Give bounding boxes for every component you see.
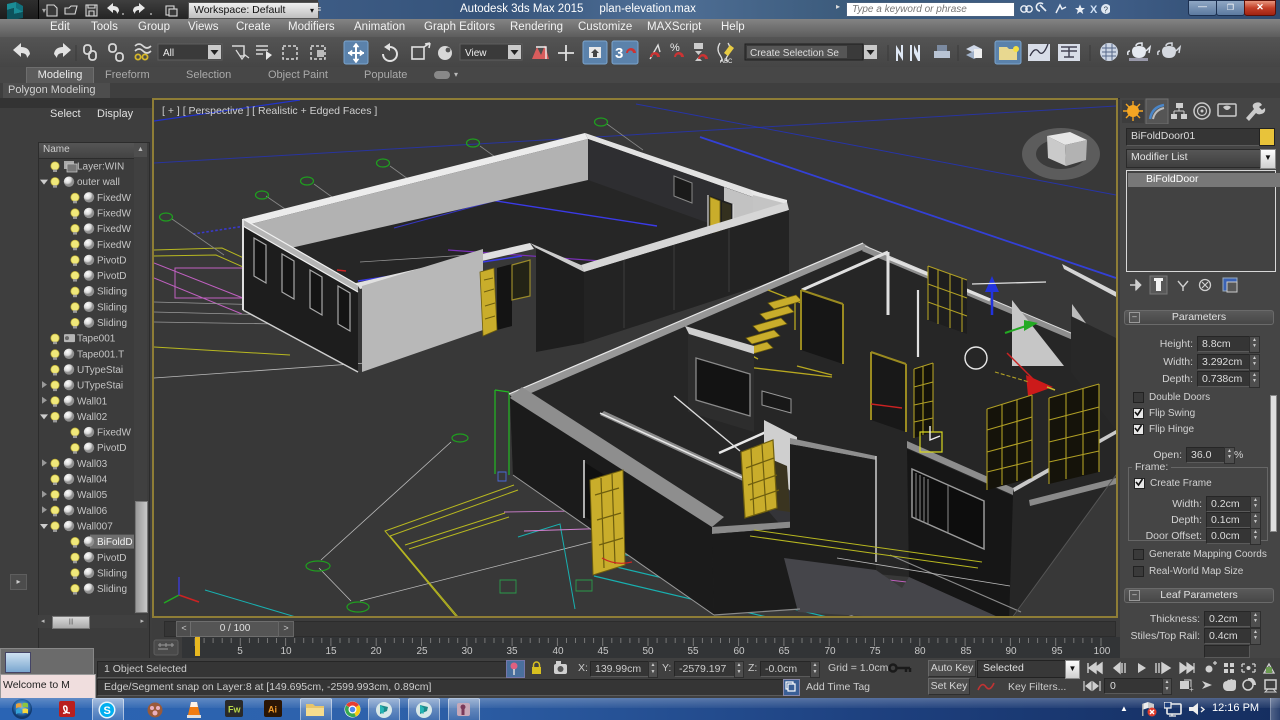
svg-text:35: 35 [506, 646, 518, 657]
svg-text:?: ? [1104, 6, 1109, 15]
svg-text:FixedW: FixedW [97, 193, 131, 204]
svg-text:Wall007: Wall007 [77, 521, 113, 532]
svg-text:95: 95 [1051, 646, 1063, 657]
svg-text:FixedW: FixedW [97, 428, 131, 439]
svg-text:PivotD: PivotD [97, 271, 126, 282]
svg-text:Wall05: Wall05 [77, 490, 108, 501]
svg-text:BiFoldD: BiFoldD [97, 537, 133, 548]
svg-text:FixedW: FixedW [97, 224, 131, 235]
svg-text:+: + [1189, 685, 1194, 694]
svg-text:X: X [1090, 4, 1098, 16]
svg-text:90: 90 [1005, 646, 1017, 657]
svg-text:ABC: ABC [720, 59, 733, 65]
svg-text:[ + ] [ Perspective ] [ Realis: [ + ] [ Perspective ] [ Realistic + Edge… [162, 105, 377, 117]
svg-text:Wall01: Wall01 [77, 396, 108, 407]
svg-text:Wall02: Wall02 [77, 412, 108, 423]
svg-text:All: All [163, 48, 174, 59]
svg-text:Sliding: Sliding [97, 584, 127, 595]
svg-text:70: 70 [824, 646, 836, 657]
svg-text:Fw: Fw [228, 705, 241, 715]
svg-text:Sliding: Sliding [97, 287, 127, 298]
svg-text:75: 75 [869, 646, 881, 657]
svg-text:UTypeStai: UTypeStai [77, 365, 123, 376]
svg-text:Wall04: Wall04 [77, 475, 108, 486]
svg-text:50: 50 [642, 646, 654, 657]
svg-text:3: 3 [615, 45, 623, 62]
svg-text:S: S [104, 705, 111, 717]
svg-text:45: 45 [597, 646, 609, 657]
svg-text:outer wall: outer wall [77, 177, 120, 188]
svg-text:55: 55 [687, 646, 699, 657]
svg-text:Create Selection Se: Create Selection Se [750, 48, 839, 59]
svg-text:60: 60 [733, 646, 745, 657]
svg-text:Ai: Ai [268, 705, 277, 715]
svg-text:PivotD: PivotD [97, 255, 126, 266]
svg-text:20: 20 [370, 646, 382, 657]
svg-text:Sliding: Sliding [97, 318, 127, 329]
svg-text:Layer:WIN: Layer:WIN [77, 162, 124, 173]
svg-text:FixedW: FixedW [97, 240, 131, 251]
svg-text:85: 85 [960, 646, 972, 657]
svg-text:15: 15 [325, 646, 337, 657]
svg-text:Wall06: Wall06 [77, 506, 108, 517]
svg-text:30: 30 [461, 646, 473, 657]
svg-text:25: 25 [416, 646, 428, 657]
svg-text:Tape001: Tape001 [77, 334, 116, 345]
svg-text:Sliding: Sliding [97, 302, 127, 313]
svg-text:Tape001.T: Tape001.T [77, 349, 124, 360]
svg-text:Wall03: Wall03 [77, 459, 108, 470]
svg-text:UTypeStai: UTypeStai [77, 381, 123, 392]
svg-text:PivotD: PivotD [97, 553, 126, 564]
svg-text:80: 80 [914, 646, 926, 657]
svg-text:65: 65 [778, 646, 790, 657]
svg-text:Sliding: Sliding [97, 568, 127, 579]
svg-text:5: 5 [237, 646, 243, 657]
svg-text:100: 100 [1094, 646, 1111, 657]
svg-text:10: 10 [280, 646, 292, 657]
svg-text:40: 40 [552, 646, 564, 657]
svg-text:FixedW: FixedW [97, 208, 131, 219]
svg-text:PivotD: PivotD [97, 443, 126, 454]
svg-text:View: View [465, 48, 487, 59]
